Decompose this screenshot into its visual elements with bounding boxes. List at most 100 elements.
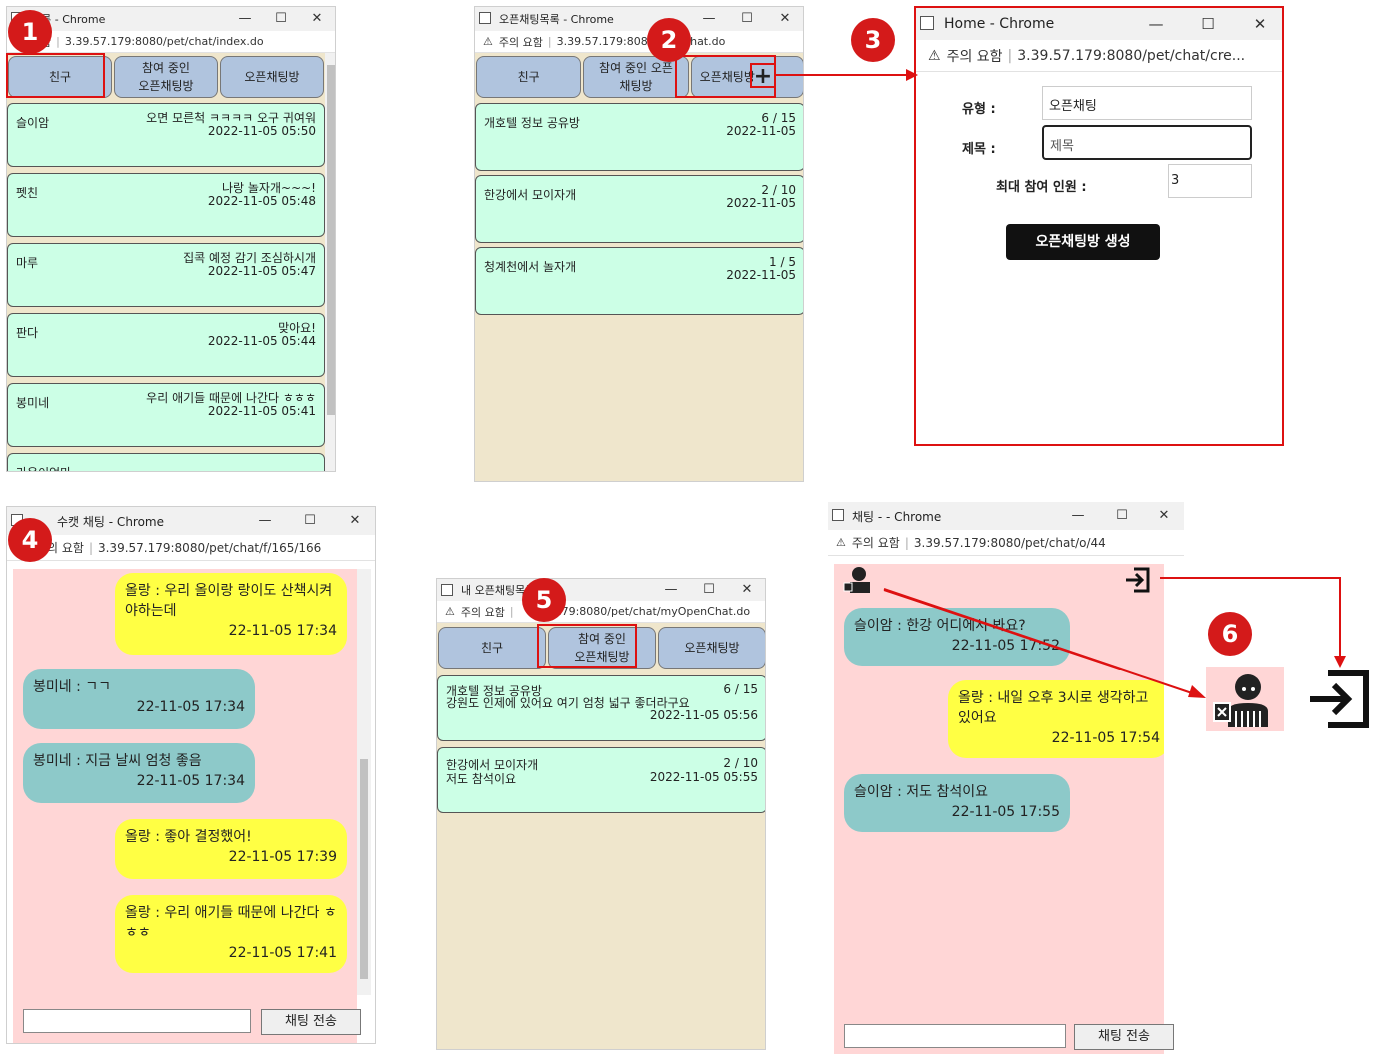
page-content: 친구 참여 중인 오픈 채팅방 오픈채팅방 + 개호텔 정보 공유방 6 / 1…: [475, 53, 803, 481]
list-item[interactable]: 마루 집콕 예정 감기 조심하시개 2022-11-05 05:47: [7, 243, 325, 307]
separator: |: [904, 535, 909, 550]
max-participants-label: 최대 참여 인원 :: [996, 180, 1087, 195]
room-date: 2022-11-05: [726, 268, 796, 282]
message-text: 올랑 : 우리 올이랑 랑이도 산책시켜야하는데: [125, 583, 333, 619]
close-icon[interactable]: ✕: [767, 7, 803, 31]
close-icon[interactable]: ✕: [299, 7, 335, 31]
page-content: 친구 참여 중인 오픈채팅방 오픈채팅방 개호텔 정보 공유방 강원도 인제에 …: [437, 623, 765, 1049]
friend-chat-window: 수캣 채팅 - Chrome — ☐ ✕ 의 요함 | 3.39.57.179:…: [6, 506, 376, 1044]
tab-joined-open-chat[interactable]: 참여 중인 오픈 채팅방: [583, 56, 689, 98]
scrollbar-thumb[interactable]: [327, 65, 335, 415]
maximize-icon[interactable]: ☐: [1190, 8, 1226, 40]
participant-count: 2 / 10: [761, 183, 796, 197]
tab-open-chat[interactable]: 오픈채팅방: [220, 56, 324, 98]
url-text: 3.39.57.179:808 /openChat.do: [556, 35, 726, 48]
minimize-icon[interactable]: —: [653, 579, 689, 601]
tab-friends[interactable]: 친구: [476, 56, 582, 98]
message-time: 22-11-05 17:34: [136, 699, 245, 715]
type-label: 유형 :: [962, 102, 996, 117]
tab-joined-open-chat[interactable]: 참여 중인 오픈채팅방: [114, 56, 218, 98]
separator: |: [56, 35, 60, 48]
list-item[interactable]: 개호텔 정보 공유방 강원도 인제에 있어요 여기 엄청 넓구 좋더라구요 6 …: [437, 675, 765, 741]
warning-icon: ⚠: [836, 536, 846, 549]
arrow-to-member-icon: [883, 588, 1206, 698]
separator: |: [547, 35, 552, 48]
send-chat-button[interactable]: 채팅 전송: [261, 1009, 361, 1035]
minimize-icon[interactable]: —: [1138, 8, 1174, 40]
close-icon[interactable]: ✕: [1146, 502, 1182, 530]
last-message: 오면 모른척 ㅋㅋㅋㅋ 오구 귀여워: [146, 111, 316, 125]
security-warning: 의 요함: [47, 541, 84, 555]
minimize-icon[interactable]: —: [691, 7, 727, 31]
tab-friends[interactable]: 친구: [438, 627, 546, 669]
address-bar[interactable]: ⚠ 주의 요함 | 3.39.57.179:8080/pet/chat/cre.…: [916, 40, 1282, 72]
scrollbar[interactable]: [357, 569, 371, 995]
message-text: 슬이암 : 저도 참석이요: [854, 784, 988, 800]
address-bar[interactable]: ⚠ 주의 요함 | 3.39.57.179:808 /openChat.do: [475, 31, 803, 53]
list-item[interactable]: 슬이암 오면 모른척 ㅋㅋㅋㅋ 오구 귀여워 2022-11-05 05:50: [7, 103, 325, 167]
url-text: 3.39.57.179:8080/pet/chat/f/165/166: [97, 540, 322, 555]
friend-list: 슬이암 오면 모른척 ㅋㅋㅋㅋ 오구 귀여워 2022-11-05 05:50 펫…: [7, 103, 325, 471]
message-time: 2022-11-05 05:48: [207, 194, 316, 208]
max-participants-input[interactable]: 3: [1168, 164, 1252, 198]
message-time: 22-11-05 17:39: [228, 849, 337, 865]
scrollbar[interactable]: [325, 53, 335, 471]
separator: |: [88, 540, 93, 555]
list-item[interactable]: 판다 맞아요! 2022-11-05 05:44: [7, 313, 325, 377]
chat-message-other: 슬이암 : 저도 참석이요 22-11-05 17:55: [844, 774, 1070, 832]
page-content: 친구 참여 중인 오픈채팅방 오픈채팅방 슬이암 오면 모른척 ㅋㅋㅋㅋ 오구 …: [7, 53, 325, 471]
list-item[interactable]: 라온이엄마: [7, 453, 325, 471]
url-text: 3.39.57.179:8080/pet/chat/cre...: [1017, 47, 1246, 64]
zoomed-exit-icon-box: [1306, 667, 1372, 731]
maximize-icon[interactable]: ☐: [1104, 502, 1140, 530]
close-icon[interactable]: ✕: [1242, 8, 1278, 40]
highlight-joined-open-chat-tab: [537, 624, 637, 668]
list-item[interactable]: 한강에서 모이자개 2 / 10 2022-11-05: [475, 175, 803, 243]
send-chat-button[interactable]: 채팅 전송: [1074, 1024, 1174, 1050]
step-badge-4: 4: [8, 518, 52, 562]
app-icon: [920, 16, 934, 30]
address-bar[interactable]: ⚠ 요함 | 3.39.57.179:8080/pet/chat/index.d…: [7, 31, 335, 53]
friend-name: 마루: [16, 256, 39, 270]
address-bar[interactable]: ⚠ 주의 요함 | 179:8080/pet/chat/myOpenChat.d…: [437, 601, 765, 623]
message-time: 2022-11-05 05:44: [207, 334, 316, 348]
address-bar[interactable]: ⚠ 주의 요함 | 3.39.57.179:8080/pet/chat/o/44: [828, 530, 1184, 556]
list-item[interactable]: 봉미네 우리 애기들 때문에 나간다 ㅎㅎㅎ 2022-11-05 05:41: [7, 383, 325, 447]
url-text: 3.39.57.179:8080/pet/chat/index.do: [64, 35, 264, 48]
list-item[interactable]: 개호텔 정보 공유방 6 / 15 2022-11-05: [475, 103, 803, 171]
type-field[interactable]: 오픈채팅: [1042, 86, 1252, 120]
maximize-icon[interactable]: ☐: [691, 579, 727, 601]
chat-input[interactable]: [23, 1009, 251, 1033]
message-text: 올랑 : 우리 애기들 때문에 나간다 ㅎㅎㅎ: [125, 905, 337, 941]
window-title: Home - Chrome: [944, 16, 1055, 32]
chat-message-mine: 올랑 : 우리 애기들 때문에 나간다 ㅎㅎㅎ 22-11-05 17:41: [115, 895, 347, 973]
close-icon[interactable]: ✕: [729, 579, 765, 601]
title-input[interactable]: 제목: [1042, 125, 1252, 160]
security-warning: 주의 요함: [460, 605, 505, 619]
minimize-icon[interactable]: —: [247, 507, 283, 535]
tab-open-chat[interactable]: 오픈채팅방: [658, 627, 765, 669]
friend-name: 판다: [16, 326, 39, 340]
last-message: 나랑 놀자개~~~!: [222, 181, 316, 195]
maximize-icon[interactable]: ☐: [263, 7, 299, 31]
maximize-icon[interactable]: ☐: [729, 7, 765, 31]
chat-message-mine: 올랑 : 좋아 결정했어! 22-11-05 17:39: [115, 819, 347, 879]
list-item[interactable]: 펫친 나랑 놀자개~~~! 2022-11-05 05:48: [7, 173, 325, 237]
message-time: 2022-11-05 05:55: [649, 770, 758, 784]
chat-input[interactable]: [844, 1024, 1066, 1048]
scrollbar-thumb[interactable]: [360, 759, 368, 979]
friend-name: 슬이암: [16, 116, 50, 130]
room-name: 개호텔 정보 공유방: [484, 116, 580, 130]
step-badge-2: 2: [647, 18, 691, 62]
create-room-button[interactable]: 오픈채팅방 생성: [1006, 224, 1160, 260]
create-room-form: 유형 : 오픈채팅 제목 : 제목 최대 참여 인원 : 3 오픈채팅방 생성: [916, 72, 1282, 444]
message-time: 2022-11-05 05:56: [649, 708, 758, 722]
list-item[interactable]: 청계천에서 놀자개 1 / 5 2022-11-05: [475, 247, 803, 315]
minimize-icon[interactable]: —: [1060, 502, 1096, 530]
list-item[interactable]: 한강에서 모이자개 저도 참석이요 2 / 10 2022-11-05 05:5…: [437, 747, 765, 813]
close-icon[interactable]: ✕: [337, 507, 373, 535]
minimize-icon[interactable]: —: [227, 7, 263, 31]
address-bar[interactable]: 의 요함 | 3.39.57.179:8080/pet/chat/f/165/1…: [7, 535, 375, 561]
maximize-icon[interactable]: ☐: [292, 507, 328, 535]
message-time: 22-11-05 17:41: [228, 945, 337, 961]
